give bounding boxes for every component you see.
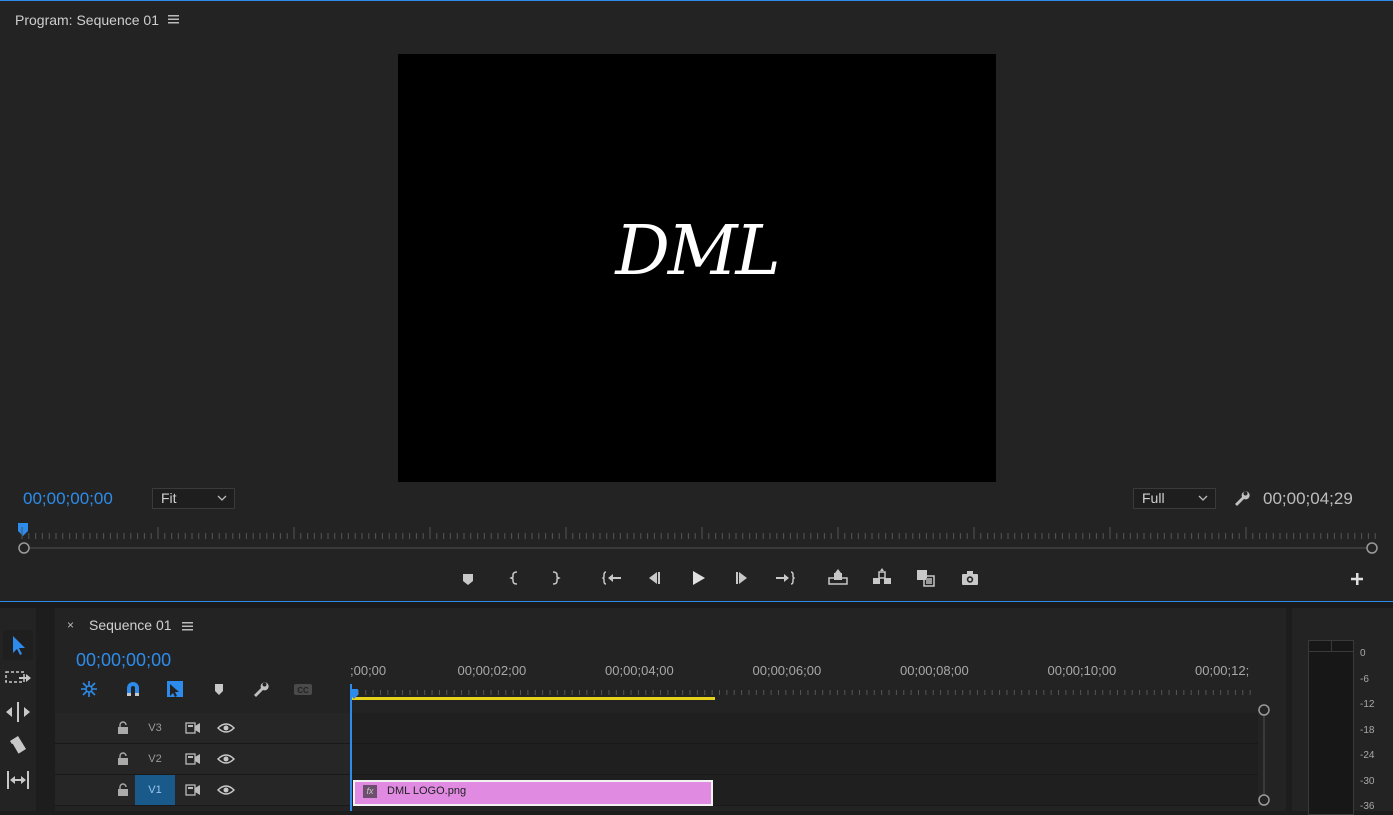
track-label[interactable]: V1 <box>135 775 175 805</box>
timeline-clip[interactable]: fx DML LOGO.png <box>353 780 713 806</box>
playhead-timecode[interactable]: 00;00;00;00 <box>23 489 113 509</box>
transport-controls <box>0 567 1393 593</box>
add-icon[interactable] <box>1349 571 1365 587</box>
timeline-panel: × Sequence 01 00;00;00;00 CC ;00;00 00;00… <box>55 608 1286 811</box>
program-zoom-scrollbar[interactable] <box>18 541 1378 555</box>
toggle-sync-lock-icon[interactable] <box>185 721 201 735</box>
linked-selection-icon[interactable] <box>164 678 186 700</box>
mark-in-icon[interactable] <box>504 567 526 589</box>
nest-sequence-icon[interactable] <box>78 678 100 700</box>
track-select-tool-icon[interactable] <box>3 664 33 694</box>
track-label[interactable]: V2 <box>135 744 175 774</box>
track-row-v3: V3 <box>55 713 1258 744</box>
eye-icon[interactable] <box>217 784 235 796</box>
zoom-level-dropdown[interactable]: Fit <box>152 488 235 509</box>
eye-icon[interactable] <box>217 722 235 734</box>
step-forward-icon[interactable] <box>731 567 753 589</box>
chevron-down-icon <box>217 494 227 502</box>
lock-icon[interactable] <box>117 721 129 734</box>
track-content[interactable] <box>351 713 1258 743</box>
db-scale-label: -12 <box>1360 699 1375 710</box>
add-marker-icon[interactable] <box>208 678 230 700</box>
track-header: V3 <box>55 713 351 743</box>
timeline-vertical-scrollbar[interactable] <box>1257 703 1271 811</box>
track-header: V1 <box>55 775 351 805</box>
playback-resolution-value: Full <box>1142 490 1165 506</box>
playback-resolution-dropdown[interactable]: Full <box>1133 488 1216 509</box>
ripple-edit-tool-icon[interactable] <box>3 698 33 728</box>
db-scale-label: -36 <box>1360 801 1375 812</box>
audio-meter-panel: 0 -6 -12 -18 -24 -30 -36 <box>1292 608 1393 815</box>
lock-icon[interactable] <box>117 783 129 796</box>
db-scale-label: -24 <box>1360 750 1375 761</box>
zoom-level-value: Fit <box>161 490 177 506</box>
timeline-time-ruler[interactable]: ;00;00 00;00;02;00 00;00;04;00 00;00;06;00 0… <box>350 660 1260 700</box>
add-marker-icon[interactable] <box>457 567 479 589</box>
tools-panel <box>0 608 36 811</box>
tab-sequence-01[interactable]: Sequence 01 <box>89 617 172 633</box>
track-header: V2 <box>55 744 351 774</box>
eye-icon[interactable] <box>217 753 235 765</box>
camera-icon[interactable] <box>959 567 981 589</box>
go-to-in-icon[interactable] <box>601 567 623 589</box>
playhead-line[interactable] <box>350 684 352 811</box>
wrench-icon[interactable] <box>250 678 272 700</box>
slip-tool-icon[interactable] <box>3 766 33 796</box>
track-content[interactable] <box>351 744 1258 774</box>
panel-divider[interactable] <box>0 601 1393 608</box>
clip-name: DML LOGO.png <box>387 785 467 797</box>
db-scale-label: 0 <box>1360 648 1366 659</box>
db-scale-label: -18 <box>1360 724 1375 736</box>
lock-icon[interactable] <box>117 752 129 765</box>
toggle-sync-lock-icon[interactable] <box>185 752 201 766</box>
chevron-down-icon <box>1198 494 1208 502</box>
selection-tool-icon[interactable] <box>3 630 33 660</box>
panel-menu-icon[interactable] <box>182 620 194 632</box>
play-icon[interactable] <box>687 567 709 589</box>
snap-magnet-icon[interactable] <box>122 678 144 700</box>
mark-out-icon[interactable] <box>544 567 566 589</box>
db-scale-label: -6 <box>1360 673 1369 685</box>
lift-icon[interactable] <box>827 567 849 589</box>
timeline-toolbar: CC <box>78 678 348 700</box>
program-monitor-title[interactable]: Program: Sequence 01 <box>15 12 159 28</box>
sequence-duration: 00;00;04;29 <box>1263 489 1353 508</box>
go-to-out-icon[interactable] <box>774 567 796 589</box>
svg-text:CC: CC <box>297 686 309 695</box>
track-label[interactable]: V3 <box>135 713 175 743</box>
audio-level-meter <box>1308 640 1354 815</box>
close-icon[interactable]: × <box>67 618 74 632</box>
preview-logo-text: DML <box>615 212 780 291</box>
program-monitor-panel: Program: Sequence 01 DML 00;00;00;00 Fit… <box>0 0 1393 601</box>
panel-menu-icon[interactable] <box>168 13 180 25</box>
step-back-icon[interactable] <box>643 567 665 589</box>
wrench-icon[interactable] <box>1231 488 1251 508</box>
razor-tool-icon[interactable] <box>3 732 33 762</box>
fx-badge[interactable]: fx <box>363 785 377 798</box>
video-preview[interactable]: DML <box>398 54 996 482</box>
timeline-timecode[interactable]: 00;00;00;00 <box>76 650 171 671</box>
captions-icon[interactable]: CC <box>292 678 314 700</box>
track-row-v2: V2 <box>55 744 1258 775</box>
db-scale-label: -30 <box>1360 775 1375 787</box>
export-frame-compare-icon[interactable] <box>915 567 937 589</box>
extract-icon[interactable] <box>871 567 893 589</box>
toggle-sync-lock-icon[interactable] <box>185 783 201 797</box>
